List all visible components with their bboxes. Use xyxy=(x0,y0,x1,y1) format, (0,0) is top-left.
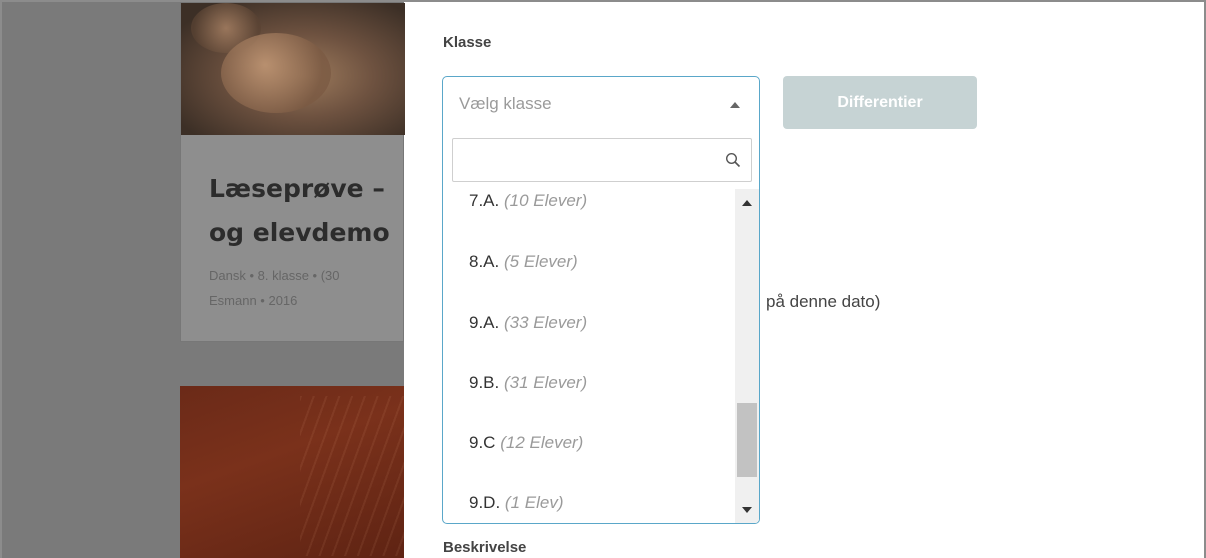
second-card-image xyxy=(180,386,404,558)
card-image xyxy=(181,3,405,135)
class-option[interactable]: 9.C (12 Elever) xyxy=(443,413,733,473)
option-count: (10 Elever) xyxy=(503,191,588,210)
option-count: (33 Elever) xyxy=(503,313,588,332)
option-name: 9.C xyxy=(469,433,496,452)
differentiate-button[interactable]: Differentier xyxy=(783,76,977,129)
option-count: (12 Elever) xyxy=(500,433,584,452)
scroll-thumb[interactable] xyxy=(737,403,757,477)
option-name: 9.B. xyxy=(469,373,500,392)
option-count: (31 Elever) xyxy=(503,373,588,392)
class-search-input[interactable] xyxy=(452,138,752,182)
class-select-toggle[interactable]: Vælg klasse xyxy=(443,77,759,131)
option-count: (5 Elever) xyxy=(503,252,578,271)
option-count: (1 Elev) xyxy=(504,493,564,512)
class-label: Klasse xyxy=(443,34,492,51)
class-options-list: 7.A. (10 Elever) 8.A. (5 Elever) 9.A. (3… xyxy=(443,189,733,523)
class-select[interactable]: Vælg klasse 7.A. (10 Elever) 8.A. (5 Ele… xyxy=(442,76,760,524)
option-name: 9.A. xyxy=(469,313,500,332)
option-name: 8.A. xyxy=(469,252,500,271)
option-name: 9.D. xyxy=(469,493,501,512)
class-option[interactable]: 9.A. (33 Elever) xyxy=(443,293,733,353)
caret-up-icon[interactable] xyxy=(730,102,740,108)
card-title: Læseprøve – og elevdemo xyxy=(209,174,390,247)
class-select-placeholder: Vælg klasse xyxy=(459,94,552,113)
option-name: 7.A. xyxy=(469,191,500,210)
options-scrollbar[interactable] xyxy=(735,189,759,523)
class-option[interactable]: 9.D. (1 Elev) xyxy=(443,473,733,523)
date-note-text: på denne dato) xyxy=(766,292,881,311)
scroll-down-icon[interactable] xyxy=(742,507,752,513)
search-icon xyxy=(725,152,741,168)
app-frame: Læseprøve – og elevdemo Dansk • 8. klass… xyxy=(0,0,1206,558)
class-option[interactable]: 8.A. (5 Elever) xyxy=(443,232,733,292)
class-option[interactable]: 9.B. (31 Elever) xyxy=(443,353,733,413)
class-option[interactable]: 7.A. (10 Elever) xyxy=(443,189,733,231)
scroll-up-icon[interactable] xyxy=(742,200,752,206)
card-meta: Dansk • 8. klasse • (30 Esmann • 2016 xyxy=(209,268,340,308)
material-card: Læseprøve – og elevdemo Dansk • 8. klass… xyxy=(180,2,405,342)
description-label: Beskrivelse xyxy=(443,539,527,556)
